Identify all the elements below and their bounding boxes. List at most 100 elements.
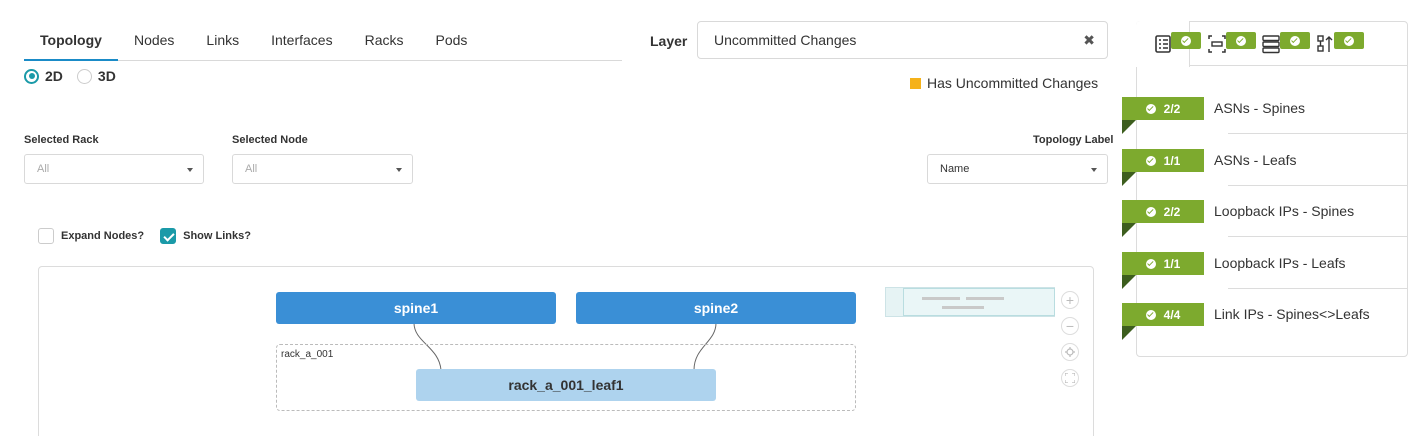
check-circle-icon <box>1236 35 1246 46</box>
radio-2d-indicator[interactable] <box>24 68 39 84</box>
node-spine1[interactable]: spine1 <box>276 292 556 324</box>
validation-count: 1/1 <box>1163 256 1181 271</box>
row-divider <box>1228 185 1408 186</box>
validation-count: 2/2 <box>1163 101 1181 116</box>
minimap-viewport[interactable] <box>903 288 1055 316</box>
topology-minimap[interactable] <box>885 287 1055 317</box>
validation-flag: 1/1 <box>1122 149 1204 172</box>
tab-nodes[interactable]: Nodes <box>118 22 190 60</box>
validation-count: 4/4 <box>1163 307 1181 322</box>
check-circle-icon <box>1145 206 1156 217</box>
flag-fold <box>1122 120 1136 134</box>
row-divider <box>1228 288 1408 289</box>
chevron-down-icon <box>187 168 193 172</box>
layer-label: Layer <box>650 33 688 49</box>
node-leaf1[interactable]: rack_a_001_leaf1 <box>416 369 716 401</box>
validation-label: Loopback IPs - Leafs <box>1214 255 1346 271</box>
selected-rack-value: All <box>37 163 50 175</box>
validation-label: ASNs - Spines <box>1214 100 1306 116</box>
selected-rack-select[interactable]: All <box>24 154 204 184</box>
validation-panel-tabs <box>1136 21 1408 67</box>
crosshair-icon <box>1065 347 1075 357</box>
show-links-box[interactable] <box>160 228 177 244</box>
minimap-node <box>966 297 1004 300</box>
topology-canvas[interactable]: spine1 spine2 rack_a_001 rack_a_001_leaf… <box>38 266 1094 436</box>
sort-order-icon <box>1317 34 1333 52</box>
panel-tab-badge <box>1171 32 1201 49</box>
row-divider <box>1228 236 1408 237</box>
tab-racks[interactable]: Racks <box>349 22 420 60</box>
minimap-node <box>942 306 984 309</box>
check-circle-icon <box>1145 258 1156 269</box>
clear-layer-icon[interactable]: ✖ <box>1083 32 1095 49</box>
selected-node-select[interactable]: All <box>232 154 413 184</box>
legend-swatch <box>910 77 921 89</box>
validation-count: 1/1 <box>1163 153 1181 168</box>
validation-row-loopback-spines[interactable]: 2/2 Loopback IPs - Spines <box>1122 200 1408 252</box>
check-circle-icon <box>1290 35 1300 46</box>
expand-nodes-checkbox[interactable]: Expand Nodes? <box>38 228 144 244</box>
network-frame-icon <box>1208 34 1226 53</box>
radio-3d-label: 3D <box>97 68 116 84</box>
center-view-button[interactable] <box>1061 343 1079 361</box>
validation-row-asns-spines[interactable]: 2/2 ASNs - Spines <box>1122 97 1408 149</box>
topology-label-label: Topology Label <box>1033 134 1114 146</box>
check-circle-icon <box>1145 103 1156 114</box>
show-links-label: Show Links? <box>183 230 251 242</box>
layer-select[interactable]: Uncommitted Changes ✖ <box>697 21 1108 59</box>
tab-pods[interactable]: Pods <box>420 22 484 60</box>
panel-tab-badge <box>1280 32 1310 49</box>
validation-flag: 2/2 <box>1122 200 1204 223</box>
fit-view-button[interactable] <box>1061 369 1079 387</box>
selected-node-value: All <box>245 163 258 175</box>
row-divider <box>1228 133 1408 134</box>
topology-label-value: Name <box>940 163 970 175</box>
tab-topology[interactable]: Topology <box>24 22 118 61</box>
list-icon <box>1154 35 1171 53</box>
check-circle-icon <box>1181 35 1191 46</box>
expand-nodes-box[interactable] <box>38 228 54 244</box>
selected-rack-label: Selected Rack <box>24 134 99 146</box>
minimap-node <box>922 297 960 300</box>
validation-label: Loopback IPs - Spines <box>1214 203 1355 219</box>
validation-flag: 1/1 <box>1122 252 1204 275</box>
tab-interfaces[interactable]: Interfaces <box>255 22 348 60</box>
radio-2d-label: 2D <box>45 68 63 84</box>
topology-label-select[interactable]: Name <box>927 154 1108 184</box>
flag-fold <box>1122 223 1136 237</box>
chevron-down-icon <box>1091 168 1097 172</box>
flag-fold <box>1122 326 1136 340</box>
fit-screen-icon <box>1065 373 1075 383</box>
validation-label: ASNs - Leafs <box>1214 152 1297 168</box>
radio-3d[interactable]: 3D <box>76 68 116 84</box>
validation-label: Link IPs - Spines<>Leafs <box>1214 306 1370 322</box>
chevron-down-icon <box>396 168 402 172</box>
expand-nodes-label: Expand Nodes? <box>61 230 145 242</box>
show-links-checkbox[interactable]: Show Links? <box>160 228 251 244</box>
layer-value: Uncommitted Changes <box>714 32 857 48</box>
flag-fold <box>1122 172 1136 186</box>
zoom-out-button[interactable]: − <box>1061 317 1079 335</box>
server-stack-icon <box>1262 34 1280 53</box>
validation-flag: 2/2 <box>1122 97 1204 120</box>
uncommitted-legend: Has Uncommitted Changes <box>910 75 1098 91</box>
panel-tab-badge <box>1226 32 1256 49</box>
validation-flag: 4/4 <box>1122 303 1204 326</box>
rack-label: rack_a_001 <box>281 349 334 360</box>
flag-fold <box>1122 275 1136 289</box>
check-circle-icon <box>1145 155 1156 166</box>
node-spine2[interactable]: spine2 <box>576 292 856 324</box>
tab-links[interactable]: Links <box>190 22 255 60</box>
panel-tab-badge <box>1334 32 1364 49</box>
validation-row-loopback-leafs[interactable]: 1/1 Loopback IPs - Leafs <box>1122 252 1408 304</box>
radio-3d-indicator[interactable] <box>76 68 92 84</box>
validation-row-asns-leafs[interactable]: 1/1 ASNs - Leafs <box>1122 149 1408 201</box>
selected-node-label: Selected Node <box>232 134 308 146</box>
validation-row-link-ips[interactable]: 4/4 Link IPs - Spines<>Leafs <box>1122 303 1408 355</box>
radio-2d[interactable]: 2D <box>24 68 63 84</box>
validation-count: 2/2 <box>1163 204 1181 219</box>
view-mode-radios: 2D 3D <box>24 68 116 84</box>
legend-label: Has Uncommitted Changes <box>927 75 1099 91</box>
check-circle-icon <box>1145 309 1156 320</box>
zoom-in-button[interactable]: + <box>1061 291 1079 309</box>
